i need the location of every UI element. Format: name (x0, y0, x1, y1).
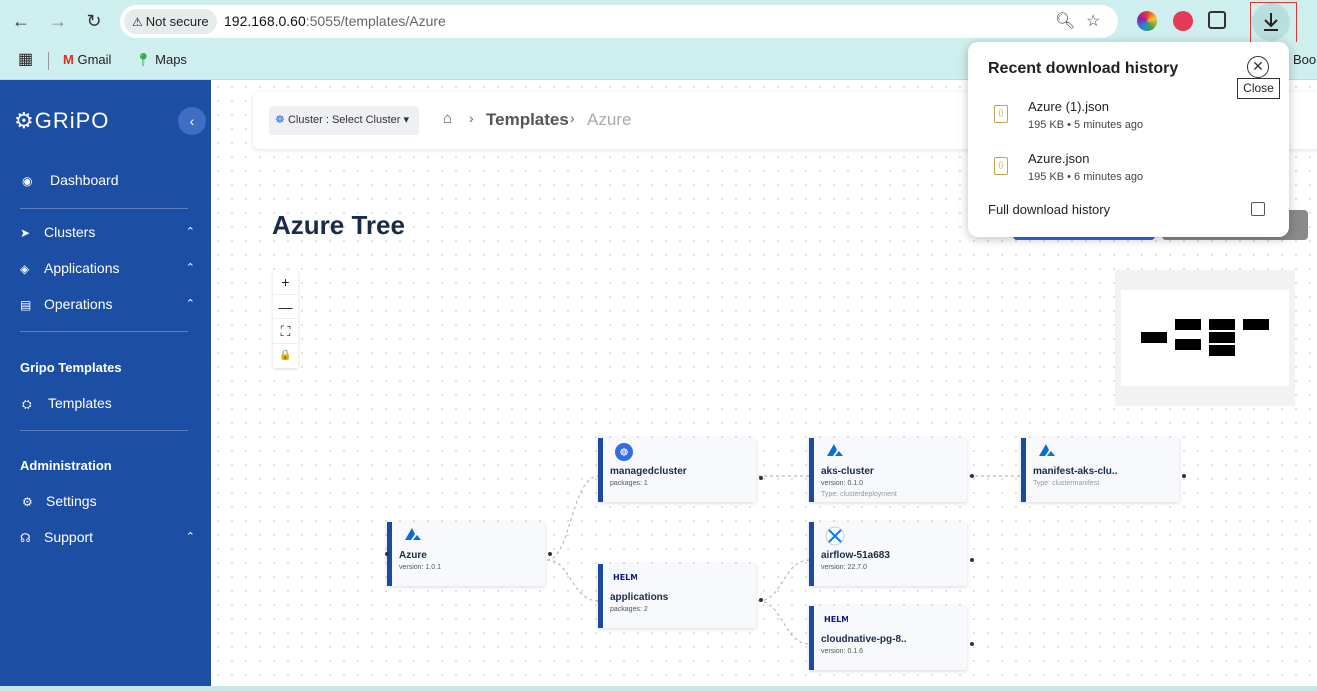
layers-icon: ◈ (20, 262, 30, 276)
bookmark-gmail[interactable]: M Gmail (63, 52, 111, 67)
download-item[interactable]: {} Azure (1).json 195 KB • 5 minutes ago (988, 99, 1268, 139)
doc-icon: ▤ (20, 298, 32, 312)
bookmark-book[interactable]: Book (1293, 52, 1317, 67)
node-aks-cluster[interactable]: aks-cluster version: 0.1.0 Type: cluster… (809, 438, 974, 502)
node-handle[interactable] (970, 642, 974, 646)
chevron-up-icon: ⌃ (185, 531, 195, 543)
popup-title: Recent download history (988, 60, 1179, 77)
sidebar-item-support[interactable]: ☊ Support ⌃ (20, 526, 195, 548)
red-extension-icon[interactable] (1173, 11, 1193, 31)
azure-icon (402, 526, 424, 544)
bookmark-maps[interactable]: 📍︎ Maps (135, 52, 187, 68)
maps-pin-icon: 📍︎ (135, 52, 152, 67)
apps-grid-icon[interactable]: ▦ (18, 49, 33, 69)
nav-divider (20, 331, 188, 332)
node-handle[interactable] (759, 476, 763, 480)
node-handle[interactable] (385, 552, 389, 556)
bottom-strip (0, 686, 1317, 691)
helm-icon: HELM (824, 610, 849, 628)
headset-icon: ☊ (20, 531, 31, 545)
nav-divider (20, 208, 188, 209)
kubernetes-icon: ☸ (613, 442, 635, 461)
node-azure[interactable]: Azure version: 1.0.1 (385, 522, 552, 586)
node-handle[interactable] (759, 598, 763, 602)
svg-text:☸: ☸ (619, 446, 629, 459)
chevron-up-icon: ⌃ (185, 262, 195, 274)
close-tooltip: Close (1237, 78, 1280, 99)
extensions-puzzle-icon[interactable] (1208, 11, 1226, 29)
browser-toolbar: ← → ↻ ⚠ Not secure 192.168.0.60:5055/temp… (0, 0, 1317, 49)
download-history-popup: Recent download history ✕ {} Azure (1).j… (968, 42, 1289, 237)
edge (546, 559, 600, 602)
bookmark-star-icon[interactable]: ☆ (1086, 11, 1100, 31)
edge (757, 559, 811, 602)
url-text[interactable]: 192.168.0.60:5055/templates/Azure (224, 5, 446, 38)
sidebar-item-dashboard[interactable]: ◉ Dashboard (22, 169, 197, 191)
color-extension-icon[interactable] (1137, 11, 1157, 31)
azure-icon (824, 442, 846, 460)
shapes-icon: ⛭ (22, 397, 32, 411)
node-managedcluster[interactable]: ☸ managedcluster packages: 1 (598, 438, 763, 502)
open-external-icon[interactable] (1251, 202, 1265, 216)
reload-icon[interactable]: ↻ (82, 9, 106, 33)
node-airflow[interactable]: airflow-51a683 version: 22.7.0 (809, 522, 974, 586)
svg-text:HELM: HELM (613, 573, 637, 582)
sidebar-item-operations[interactable]: ▤ Operations ⌃ (20, 293, 195, 315)
download-item[interactable]: {} Azure.json 195 KB • 6 minutes ago (988, 151, 1268, 191)
divider (48, 52, 49, 70)
edge (546, 475, 600, 561)
airflow-icon (824, 526, 846, 546)
node-handle[interactable] (1182, 474, 1186, 478)
node-manifest[interactable]: manifest-aks-clu.. Type: clustermanifest (1021, 438, 1186, 502)
back-icon[interactable]: ← (9, 9, 33, 33)
json-file-icon: {} (994, 157, 1008, 175)
app-logo: ⚙GRiPO (14, 108, 110, 133)
warning-icon: ⚠ (132, 15, 143, 29)
send-icon: ➤ (20, 226, 31, 240)
edge (757, 600, 811, 645)
forward-icon[interactable]: → (46, 9, 70, 33)
nav-divider (20, 430, 188, 431)
chevron-up-icon: ⌃ (185, 226, 195, 238)
section-gripo-templates: Gripo Templates (20, 360, 122, 375)
sidebar-item-templates[interactable]: ⛭ Templates (22, 392, 197, 414)
sidebar: ⚙GRiPO ‹ ◉ Dashboard ➤ Clusters ⌃ ◈ Applica… (0, 80, 211, 691)
node-handle[interactable] (970, 558, 974, 562)
chevron-up-icon: ⌃ (185, 298, 195, 310)
sidebar-item-applications[interactable]: ◈ Applications ⌃ (20, 257, 195, 279)
node-handle[interactable] (548, 552, 552, 556)
node-handle[interactable] (970, 474, 974, 478)
node-applications[interactable]: HELM applications packages: 2 (598, 564, 763, 628)
helm-icon: HELM (613, 568, 638, 586)
gmail-icon: M (63, 52, 74, 67)
full-download-history-link[interactable]: Full download history (988, 202, 1110, 217)
sidebar-item-clusters[interactable]: ➤ Clusters ⌃ (20, 221, 195, 243)
svg-text:HELM: HELM (824, 615, 848, 624)
azure-icon (1036, 442, 1058, 460)
address-bar[interactable]: ⚠ Not secure 192.168.0.60:5055/templates/… (120, 5, 1118, 38)
sidebar-item-settings[interactable]: ⚙ Settings (22, 490, 197, 512)
gear-icon: ⚙ (22, 495, 33, 509)
node-cloudnative[interactable]: HELM cloudnative-pg-8.. version: 0.1.6 (809, 606, 974, 670)
zoom-magnifier-icon[interactable]: 🔍︎ (1055, 11, 1075, 31)
json-file-icon: {} (994, 105, 1008, 123)
security-chip[interactable]: ⚠ Not secure (124, 9, 217, 34)
logo-gear-icon: ⚙ (14, 108, 35, 133)
sidebar-collapse-button[interactable]: ‹ (178, 107, 206, 135)
close-icon[interactable]: ✕ (1247, 56, 1269, 78)
palette-icon: ◉ (22, 174, 33, 188)
section-administration: Administration (20, 458, 112, 473)
